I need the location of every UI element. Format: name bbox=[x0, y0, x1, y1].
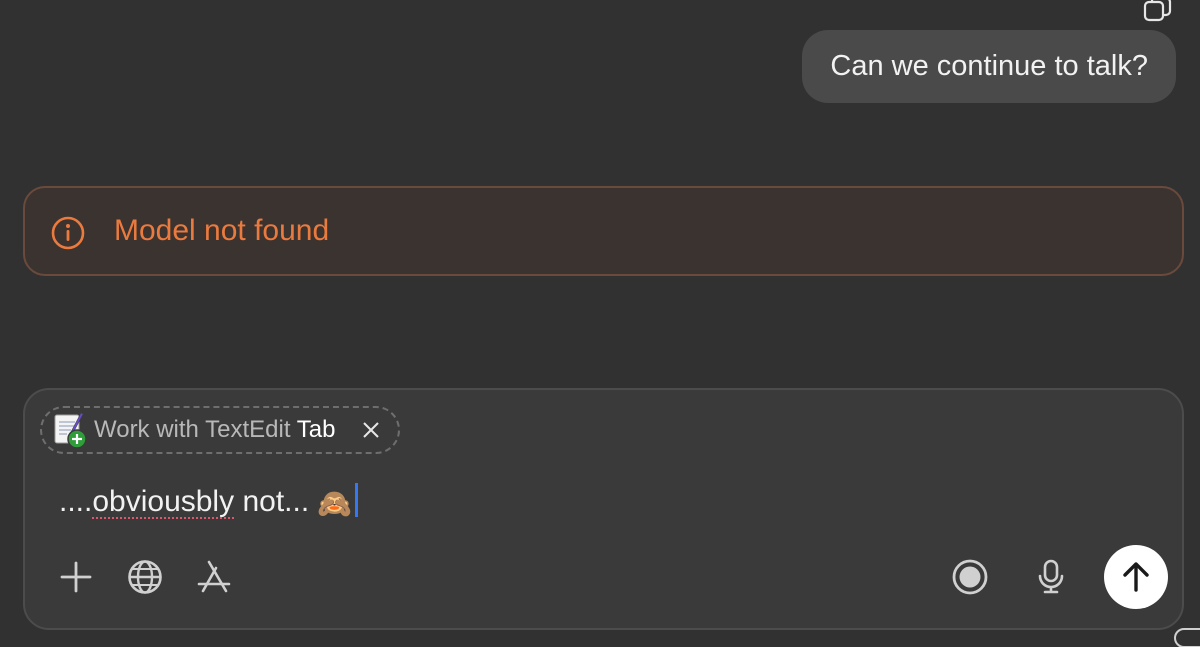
input-prefix: .... bbox=[59, 485, 93, 518]
send-button[interactable] bbox=[1104, 545, 1168, 609]
record-icon bbox=[952, 559, 988, 595]
misspelled-word[interactable]: obviousbly bbox=[92, 485, 234, 518]
user-message-bubble: Can we continue to talk? bbox=[802, 30, 1176, 103]
context-chip-textedit[interactable]: Work with TextEdit Tab bbox=[40, 406, 400, 454]
textedit-app-icon bbox=[54, 412, 87, 449]
chat-window: Can we continue to talk? Model not found… bbox=[0, 0, 1200, 647]
info-icon bbox=[51, 216, 85, 250]
message-input[interactable]: ....obviousbly not... 🙈 bbox=[59, 480, 359, 524]
see-no-evil-monkey-emoji: 🙈 bbox=[317, 488, 353, 519]
scroll-indicator[interactable] bbox=[1174, 628, 1200, 647]
error-banner: Model not found bbox=[23, 186, 1184, 276]
app-store-icon bbox=[197, 560, 231, 593]
text-caret bbox=[355, 483, 359, 517]
arrow-up-icon bbox=[1123, 562, 1149, 592]
microphone-button[interactable] bbox=[1028, 554, 1074, 600]
globe-icon bbox=[128, 560, 162, 594]
context-chip-label: Work with TextEdit Tab bbox=[94, 408, 335, 452]
add-attachment-button[interactable] bbox=[53, 554, 99, 600]
web-search-button[interactable] bbox=[122, 554, 168, 600]
copy-icon[interactable] bbox=[1143, 0, 1173, 22]
apps-button[interactable] bbox=[191, 554, 237, 600]
close-icon[interactable] bbox=[361, 420, 381, 440]
context-chip-tab: Tab bbox=[296, 416, 336, 443]
input-suffix: not... bbox=[234, 485, 310, 518]
record-button[interactable] bbox=[947, 554, 993, 600]
microphone-icon bbox=[1038, 559, 1064, 594]
error-message: Model not found bbox=[114, 214, 330, 247]
context-chip-prefix: Work with TextEdit bbox=[94, 416, 291, 443]
plus-icon bbox=[60, 561, 92, 593]
message-composer: Work with TextEdit Tab ....obviousbly no… bbox=[23, 388, 1184, 630]
